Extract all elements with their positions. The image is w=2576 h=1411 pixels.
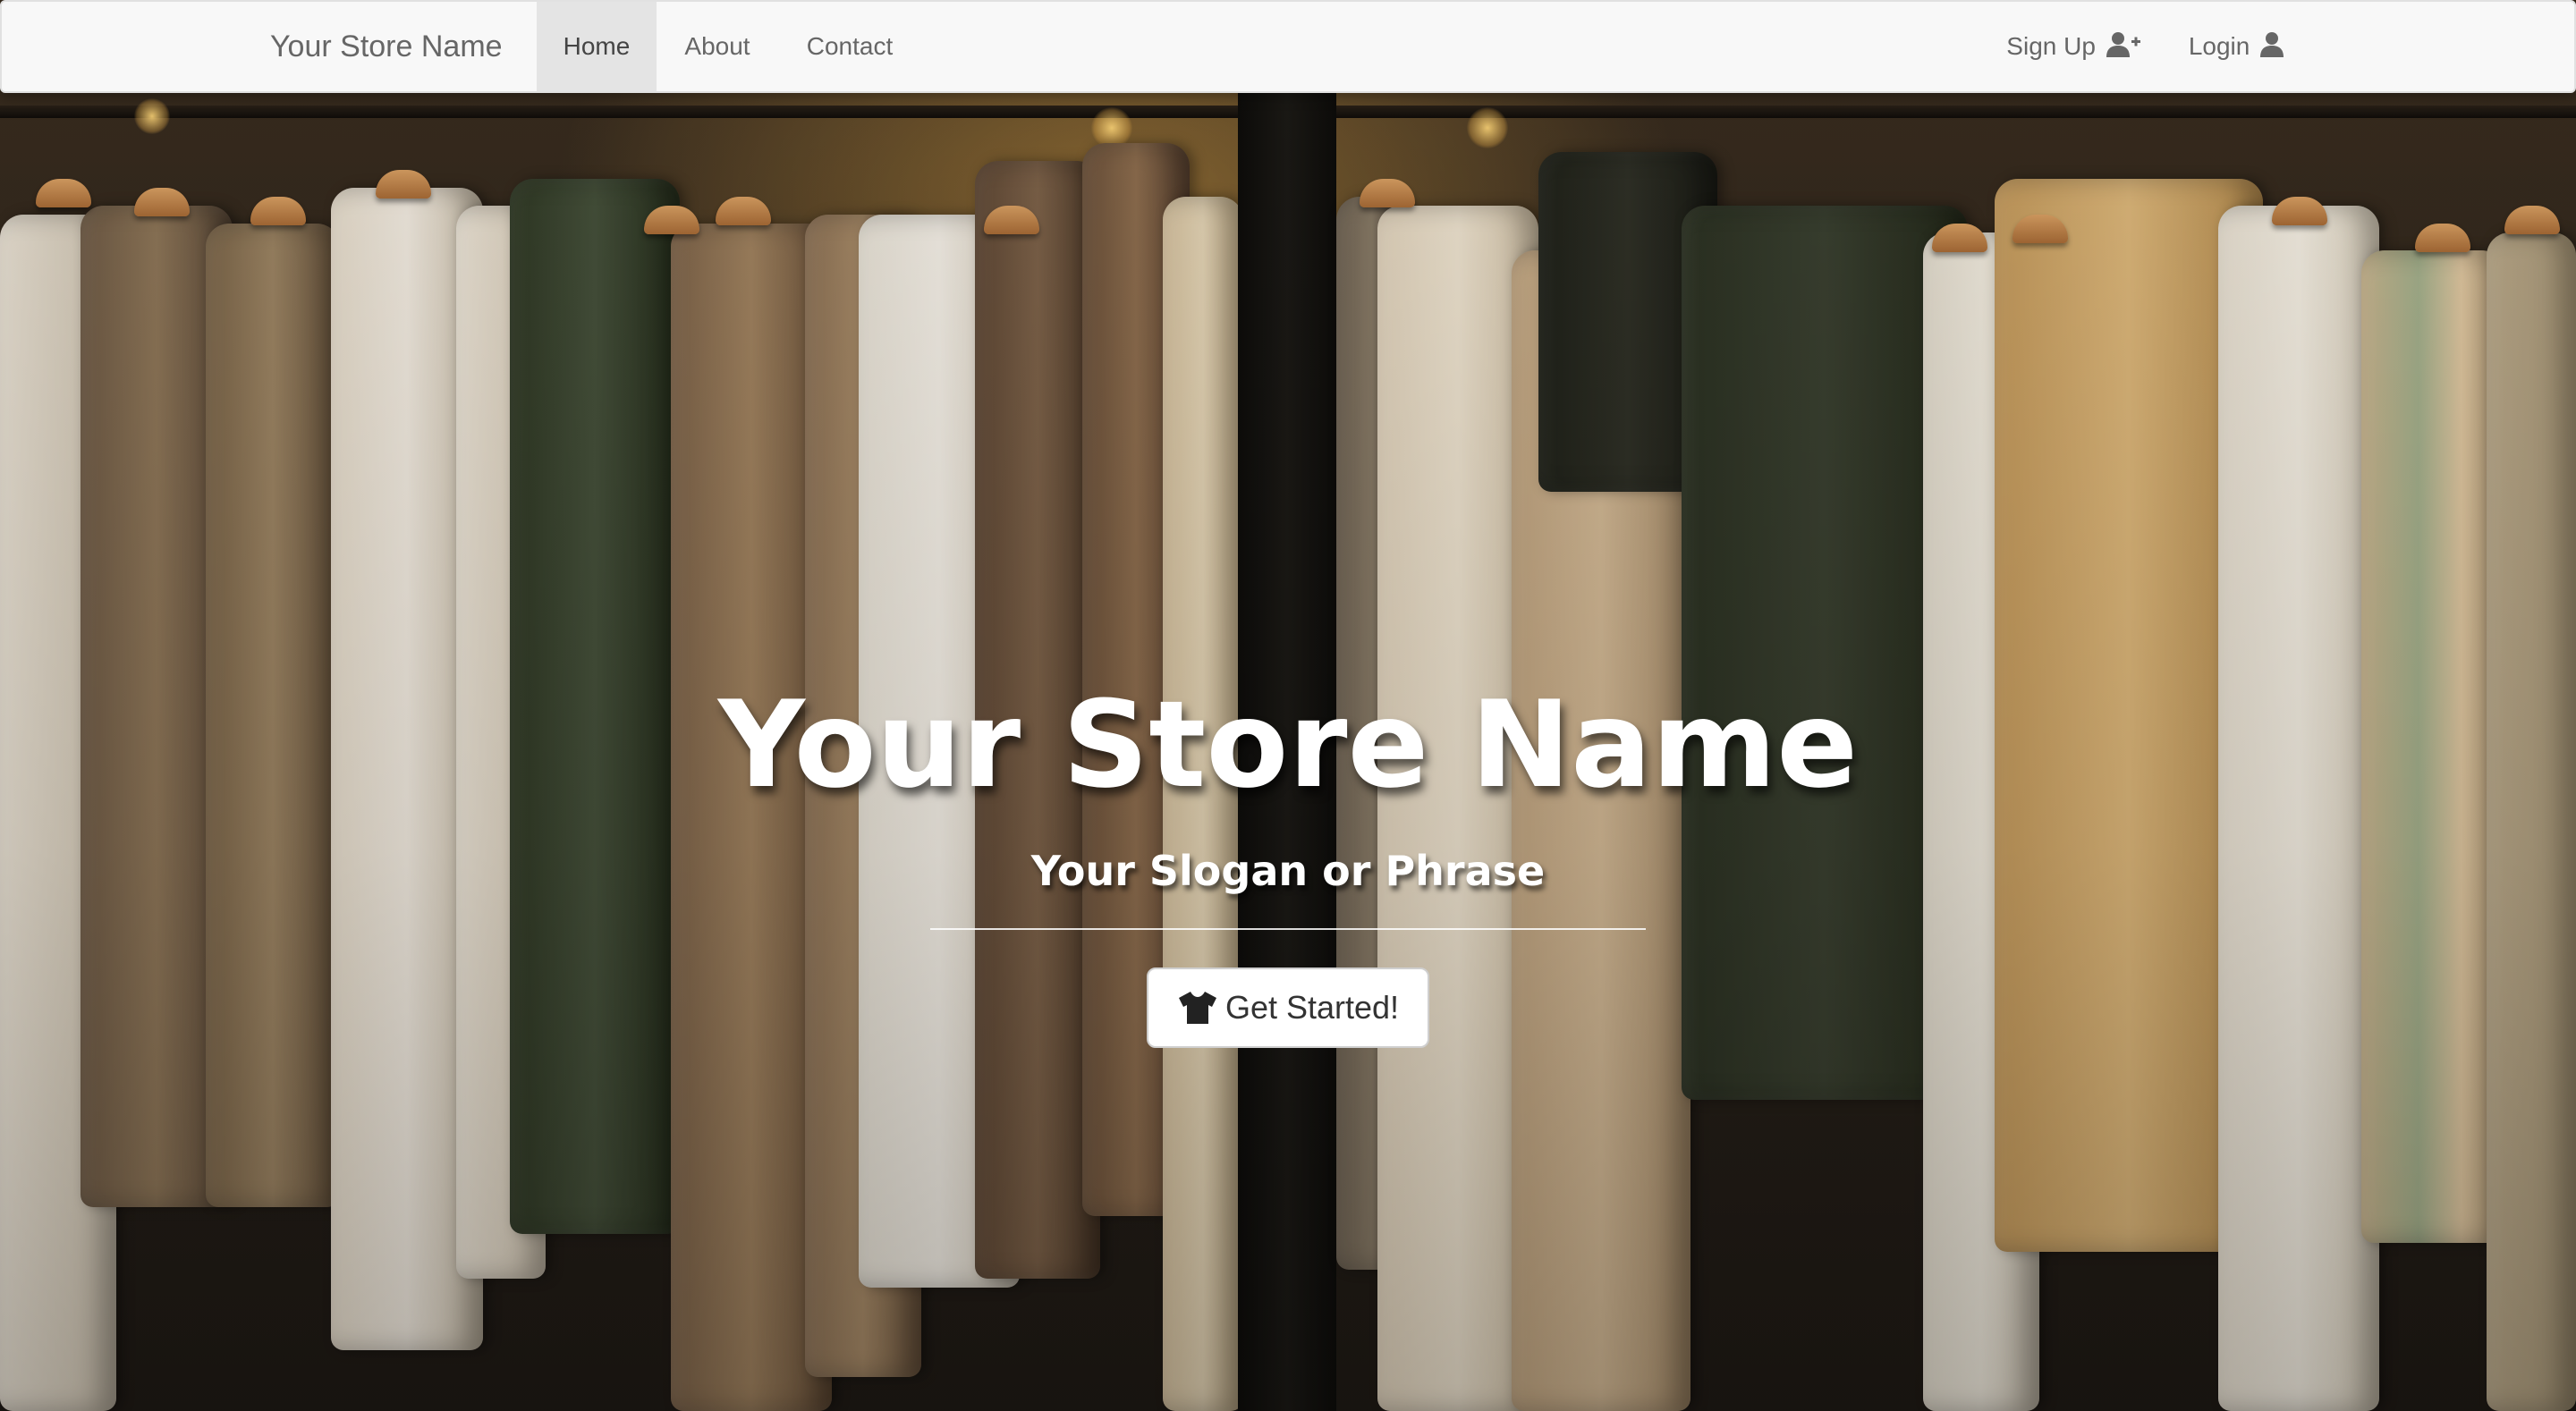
hero-divider [930, 928, 1646, 930]
hero-slogan: Your Slogan or Phrase [1030, 847, 1546, 895]
user-icon [2260, 32, 2284, 57]
tshirt-icon [1178, 992, 1216, 1024]
nav-link-sign-up[interactable]: Sign Up [2002, 2, 2145, 91]
user-plus-icon [2106, 32, 2140, 57]
nav-link-home[interactable]: Home [537, 2, 657, 91]
top-navbar: Your Store Name Home About Contact Sign … [0, 0, 2576, 93]
nav-link-about[interactable]: About [657, 2, 778, 91]
nav-link-contact[interactable]: Contact [778, 2, 921, 91]
login-label: Login [2188, 32, 2250, 60]
nav-link-login[interactable]: Login [2181, 2, 2292, 91]
get-started-label: Get Started! [1224, 989, 1400, 1026]
sign-up-label: Sign Up [2006, 32, 2096, 60]
navbar-brand[interactable]: Your Store Name [270, 2, 503, 91]
hero-title: Your Store Name [717, 675, 1859, 815]
get-started-button[interactable]: Get Started! [1147, 967, 1429, 1048]
